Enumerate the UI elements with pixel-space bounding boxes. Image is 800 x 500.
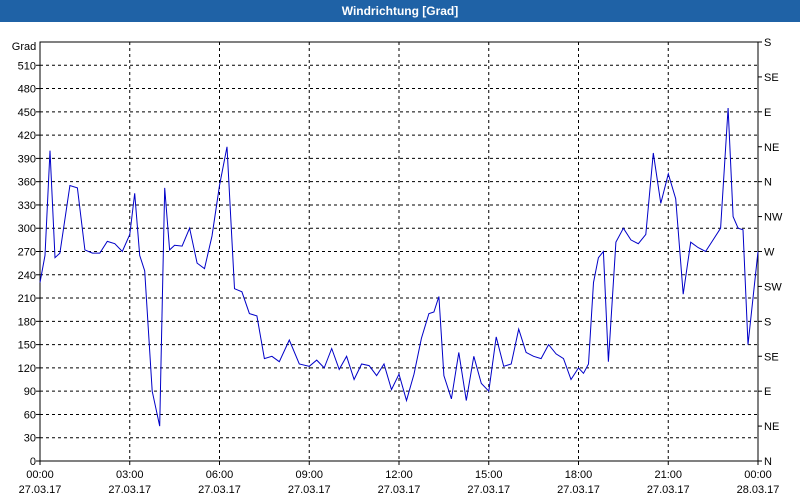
y-tick-label: 390 — [18, 153, 36, 165]
y2-tick-label: SE — [764, 72, 779, 84]
y2-tick-label: NE — [764, 421, 779, 433]
y-tick-label: 330 — [18, 200, 36, 212]
y-tick-label: 0 — [30, 456, 36, 468]
x-tick-time-label: 15:00 — [475, 469, 503, 481]
y2-tick-label: SE — [764, 351, 779, 363]
x-tick-date-label: 28.03.17 — [737, 484, 780, 496]
y2-tick-label: NW — [764, 212, 783, 224]
x-tick-date-label: 27.03.17 — [19, 484, 62, 496]
wind-direction-chart: 0 30 60 90 120 150 180 210 240 270 300 330 360 390 420… — [12, 37, 783, 496]
x-tick-time-label: 21:00 — [654, 469, 682, 481]
x-tick-date-label: 27.03.17 — [467, 484, 510, 496]
x-tick-date-label: 27.03.17 — [108, 484, 151, 496]
y2-tick-label: NE — [764, 142, 779, 154]
x-tick-time-label: 09:00 — [295, 469, 323, 481]
y-tick-label: 420 — [18, 130, 36, 142]
window-title: Windrichtung [Grad] — [341, 4, 459, 18]
y-axis-label: Grad — [12, 41, 36, 53]
y-tick-label: 180 — [18, 316, 36, 328]
x-tick-date-label: 27.03.17 — [378, 484, 421, 496]
y-tick-label: 480 — [18, 84, 36, 96]
y2-tick-label: S — [764, 316, 771, 328]
x-tick-date-label: 27.03.17 — [647, 484, 690, 496]
grid-lines — [40, 42, 758, 461]
y-tick-label: 210 — [18, 293, 36, 305]
x-tick-date-label: 27.03.17 — [288, 484, 331, 496]
y2-tick-label: W — [764, 247, 775, 259]
y-tick-label: 60 — [24, 409, 36, 421]
y-tick-label: 240 — [18, 270, 36, 282]
x-tick-date-label: 27.03.17 — [557, 484, 600, 496]
y-tick-label: 270 — [18, 247, 36, 259]
x-tick-time-label: 03:00 — [116, 469, 144, 481]
x-tick-time-label: 18:00 — [565, 469, 593, 481]
y2-tick-label: N — [764, 177, 772, 189]
y-tick-label: 450 — [18, 107, 36, 119]
x-tick-date-label: 27.03.17 — [198, 484, 241, 496]
x-tick-time-label: 06:00 — [206, 469, 234, 481]
y-axis: 0 30 60 90 120 150 180 210 240 270 300 330 360 390 420… — [18, 60, 40, 468]
x-tick-time-label: 00:00 — [744, 469, 772, 481]
x-axis: 00:00 27.03.17 03:00 27.03.17 06:00 27.03.17 0… — [19, 461, 780, 496]
y2-tick-label: E — [764, 386, 771, 398]
y-tick-label: 90 — [24, 386, 36, 398]
secondary-y-axis: N NE E SE S SW W NW N NE E SE S — [758, 37, 783, 468]
y-tick-label: 360 — [18, 177, 36, 189]
y2-tick-label: SW — [764, 281, 782, 293]
y-tick-label: 300 — [18, 223, 36, 235]
x-tick-time-label: 00:00 — [26, 469, 54, 481]
y2-tick-label: E — [764, 107, 771, 119]
y2-tick-label: N — [764, 456, 772, 468]
y-tick-label: 510 — [18, 60, 36, 72]
y-tick-label: 150 — [18, 340, 36, 352]
y-tick-label: 30 — [24, 433, 36, 445]
window-title-bar: Windrichtung [Grad] — [0, 0, 800, 22]
x-tick-time-label: 12:00 — [385, 469, 413, 481]
y-tick-label: 120 — [18, 363, 36, 375]
y2-tick-label: S — [764, 37, 771, 49]
